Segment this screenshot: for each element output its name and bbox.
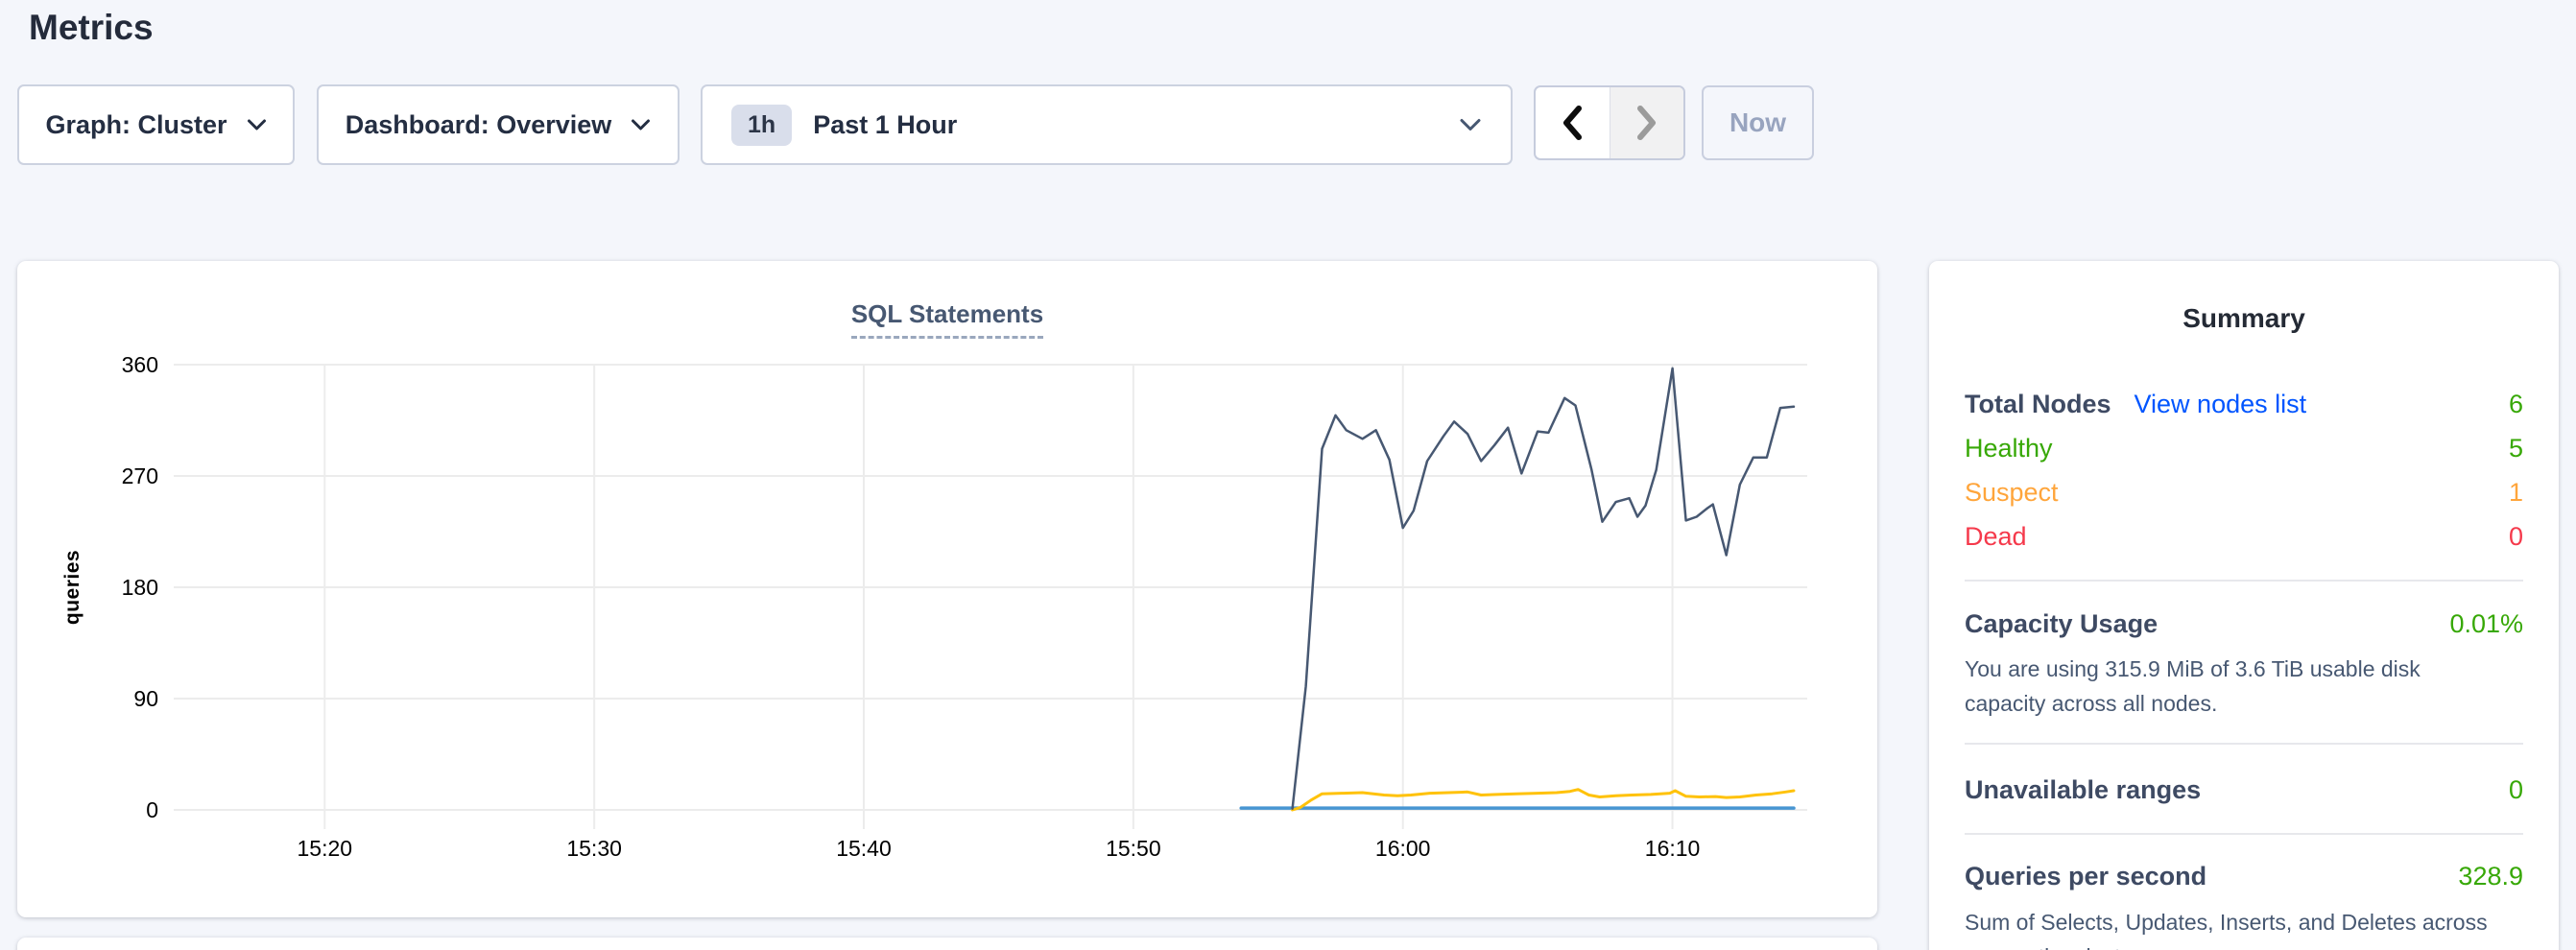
queries-per-second-block: Queries per second 328.9 Sum of Selects,… (1965, 858, 2523, 950)
capacity-usage-label: Capacity Usage (1965, 609, 2158, 639)
x-tick-label: 16:10 (1645, 836, 1701, 861)
capacity-usage-block: Capacity Usage 0.01% You are using 315.9… (1965, 605, 2523, 722)
chevron-down-icon (247, 118, 267, 131)
chevron-right-icon (1636, 105, 1658, 141)
total-nodes-label: Total Nodes (1965, 390, 2111, 419)
unavailable-ranges-label: Unavailable ranges (1965, 775, 2201, 805)
dead-label: Dead (1965, 522, 2027, 552)
y-tick-label: 0 (146, 797, 158, 822)
x-tick-label: 15:20 (297, 836, 352, 861)
total-nodes-value: 6 (2509, 390, 2523, 419)
series-navy (1293, 368, 1794, 809)
page-title: Metrics (29, 8, 154, 48)
time-step-buttons (1534, 85, 1685, 160)
capacity-usage-value: 0.01% (2449, 609, 2523, 639)
unavailable-ranges-block: Unavailable ranges 0 (1965, 770, 2523, 812)
x-tick-label: 15:30 (566, 836, 622, 861)
queries-per-second-value: 328.9 (2458, 862, 2523, 891)
metrics-page: { "header": { "title": "Metrics" }, "con… (0, 0, 2576, 950)
y-tick-label: 90 (133, 686, 158, 711)
next-chart-card (17, 938, 1877, 950)
chart-title-wrap: SQL Statements (17, 299, 1877, 339)
view-nodes-list-link[interactable]: View nodes list (2135, 390, 2307, 419)
chevron-down-icon (1459, 117, 1482, 132)
y-tick-label: 360 (122, 352, 158, 377)
graph-dropdown-label: Graph: Cluster (45, 110, 227, 140)
node-status-rows: Total Nodes View nodes list 6 Healthy 5 … (1965, 382, 2523, 558)
y-tick-label: 270 (122, 463, 158, 488)
now-button[interactable]: Now (1702, 85, 1814, 160)
time-range-label: Past 1 Hour (813, 110, 957, 140)
x-tick-label: 15:40 (836, 836, 892, 861)
chart-title[interactable]: SQL Statements (851, 299, 1043, 339)
sql-statements-card: SQL Statements queries 0 90 180 270 360 15:20… (17, 261, 1877, 917)
chevron-down-icon (631, 118, 651, 131)
divider (1965, 743, 2523, 745)
divider (1965, 833, 2523, 835)
dead-value: 0 (2509, 522, 2523, 552)
dashboard-dropdown-label: Dashboard: Overview (346, 110, 612, 140)
total-nodes-row: Total Nodes View nodes list 6 (1965, 382, 2523, 426)
healthy-nodes-row: Healthy 5 (1965, 426, 2523, 470)
sql-statements-chart[interactable]: 0 90 180 270 360 15:20 15:30 15:40 15:50 16:00 16:… (17, 261, 1877, 917)
next-time-button[interactable] (1610, 87, 1684, 158)
summary-panel: Summary Total Nodes View nodes list 6 He… (1929, 261, 2559, 950)
queries-per-second-desc: Sum of Selects, Updates, Inserts, and De… (1965, 906, 2502, 950)
capacity-usage-desc: You are using 315.9 MiB of 3.6 TiB usabl… (1965, 653, 2502, 722)
summary-heading: Summary (1965, 261, 2523, 334)
time-range-selector[interactable]: 1h Past 1 Hour (701, 84, 1513, 165)
chevron-left-icon (1562, 105, 1583, 141)
suspect-value: 1 (2509, 478, 2523, 508)
time-range-badge: 1h (731, 105, 792, 146)
healthy-value: 5 (2509, 434, 2523, 463)
suspect-nodes-row: Suspect 1 (1965, 470, 2523, 514)
prev-time-button[interactable] (1536, 87, 1610, 158)
dead-nodes-row: Dead 0 (1965, 514, 2523, 558)
healthy-label: Healthy (1965, 434, 2053, 463)
suspect-label: Suspect (1965, 478, 2059, 508)
graph-dropdown[interactable]: Graph: Cluster (17, 84, 295, 165)
y-axis-label: queries (61, 550, 84, 625)
queries-per-second-label: Queries per second (1965, 862, 2206, 891)
dashboard-dropdown[interactable]: Dashboard: Overview (317, 84, 680, 165)
divider (1965, 580, 2523, 582)
y-tick-label: 180 (122, 575, 158, 600)
x-tick-label: 15:50 (1106, 836, 1161, 861)
x-tick-label: 16:00 (1375, 836, 1431, 861)
unavailable-ranges-value: 0 (2509, 775, 2523, 805)
